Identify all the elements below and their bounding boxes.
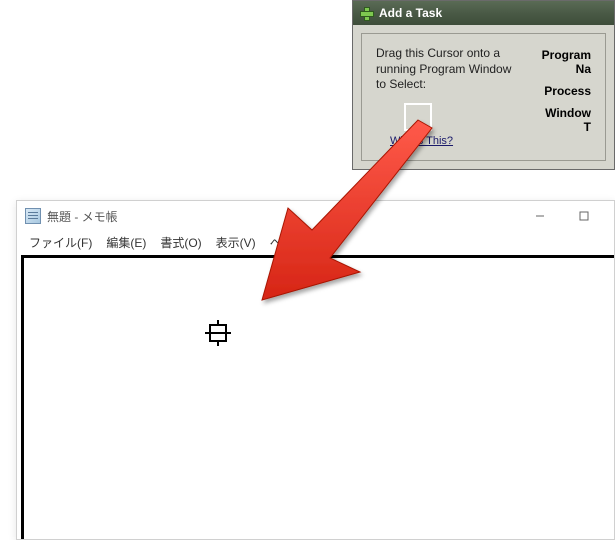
notepad-title: 無題 - メモ帳: [47, 208, 118, 225]
add-task-body: Drag this Cursor onto a running Program …: [353, 25, 614, 169]
minimize-button[interactable]: [518, 202, 562, 230]
menu-edit[interactable]: 編集(E): [100, 232, 152, 253]
drag-instruction: Drag this Cursor onto a running Program …: [376, 46, 522, 93]
program-name-label: Program Na: [542, 48, 591, 76]
plus-icon: [359, 6, 373, 20]
menu-help[interactable]: ヘルプ(H): [264, 232, 329, 253]
window-controls: [518, 202, 606, 230]
whats-this-link[interactable]: What's This?: [390, 135, 453, 147]
drag-cursor-source[interactable]: [404, 103, 432, 131]
add-task-panel: Drag this Cursor onto a running Program …: [361, 33, 606, 161]
menu-view[interactable]: 表示(V): [210, 232, 262, 253]
drag-cursor-crosshair-icon[interactable]: [205, 320, 231, 346]
maximize-button[interactable]: [562, 202, 606, 230]
panel-right: Program Na Process Window T: [542, 46, 591, 150]
notepad-titlebar[interactable]: 無題 - メモ帳: [17, 201, 614, 231]
add-task-window: Add a Task Drag this Cursor onto a runni…: [352, 0, 615, 170]
process-label: Process: [542, 84, 591, 98]
panel-left: Drag this Cursor onto a running Program …: [376, 46, 522, 150]
add-task-titlebar[interactable]: Add a Task: [353, 1, 614, 25]
add-task-title: Add a Task: [379, 6, 442, 20]
notepad-text-area[interactable]: [21, 255, 614, 539]
notepad-window: 無題 - メモ帳 ファイル(F) 編集(E) 書式(O) 表示(V) ヘルプ(H…: [16, 200, 615, 540]
notepad-menubar: ファイル(F) 編集(E) 書式(O) 表示(V) ヘルプ(H): [17, 231, 614, 253]
window-title-label: Window T: [542, 106, 591, 134]
menu-format[interactable]: 書式(O): [154, 232, 207, 253]
menu-file[interactable]: ファイル(F): [23, 232, 98, 253]
notepad-icon: [25, 208, 41, 224]
